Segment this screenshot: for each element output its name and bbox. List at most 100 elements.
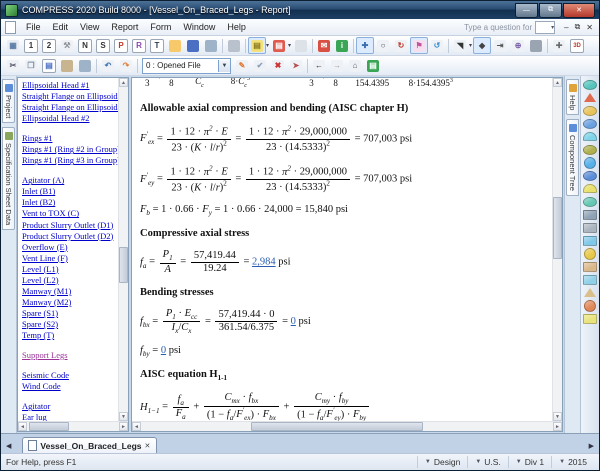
- report-scroll-down-arrow[interactable]: ▼: [553, 412, 562, 421]
- document-tab[interactable]: Vessel_On_Braced_Legs ✕: [22, 437, 158, 453]
- sidebar-link-support-legs[interactable]: Support Legs: [22, 350, 118, 361]
- sidebar-link-inlet-b1[interactable]: Inlet (B1): [22, 186, 118, 197]
- form-view-icon[interactable]: ▤: [40, 57, 58, 74]
- sidebar-link-overflow-e[interactable]: Overflow (E): [22, 242, 118, 253]
- report-vertical-scrollbar[interactable]: ▲ ▼: [552, 78, 562, 421]
- left-tab-project[interactable]: Project: [2, 79, 15, 124]
- right-tab-component-tree[interactable]: Component Tree: [566, 119, 579, 197]
- report-scroll-right-arrow[interactable]: ►: [553, 422, 562, 431]
- menu-report[interactable]: Report: [105, 21, 144, 33]
- shell-report-icon[interactable]: S: [94, 37, 112, 54]
- erase-icon[interactable]: [202, 37, 220, 54]
- sidebar-link-vent-to-tox-c[interactable]: Vent to TOX (C): [22, 208, 118, 219]
- delete-icon[interactable]: ✖: [269, 57, 287, 74]
- report-horizontal-scrollbar[interactable]: ◄ ►: [132, 421, 562, 431]
- status-mode-div-1[interactable]: ▼ Div 1: [507, 456, 551, 468]
- specification-form-icon[interactable]: ▦: [4, 37, 22, 54]
- snap-icon[interactable]: ◆: [473, 37, 492, 54]
- save-file-icon[interactable]: [184, 37, 202, 54]
- open-file-icon[interactable]: [166, 37, 184, 54]
- tab-scroll-left-arrow[interactable]: ◀: [3, 442, 14, 453]
- status-mode-design[interactable]: ▼ Design: [416, 456, 467, 468]
- sidebar-link-rings-1-ring-2-in-group[interactable]: Rings #1 (Ring #2 in Group): [22, 144, 118, 155]
- bolt-gear-icon[interactable]: [582, 247, 598, 260]
- info-icon[interactable]: i: [333, 37, 351, 54]
- sidebar-link-vent-line-f[interactable]: Vent Line (F): [22, 253, 118, 264]
- print-icon[interactable]: [225, 37, 243, 54]
- edit-icon[interactable]: ✎: [233, 57, 251, 74]
- mdi-minimize-button[interactable]: –: [561, 23, 571, 32]
- ellipsoidal-head-icon[interactable]: [582, 78, 598, 91]
- flat-head-icon[interactable]: [582, 117, 598, 130]
- pdf-export-icon-dropdown-arrow[interactable]: ▾: [288, 42, 291, 49]
- opened-file-combo-arrow[interactable]: ▼: [218, 59, 230, 72]
- sidebar-link-level-l2[interactable]: Level (L2): [22, 275, 118, 286]
- pan-icon[interactable]: ✚: [356, 37, 375, 54]
- view-3d-icon[interactable]: 3D: [568, 37, 586, 54]
- restore-button[interactable]: ⧉: [539, 2, 562, 18]
- tools-icon[interactable]: ⚒: [58, 37, 76, 54]
- report-scroll-up-arrow[interactable]: ▲: [553, 78, 562, 87]
- conical-head-icon[interactable]: [582, 91, 598, 104]
- sidebar-vertical-scrollbar[interactable]: ▲ ▼: [118, 78, 128, 421]
- sidebar-link-rings-1-ring-3-in-group[interactable]: Rings #1 (Ring #3 in Group): [22, 155, 118, 166]
- report-t-icon[interactable]: T: [148, 37, 166, 54]
- report-vscroll-thumb[interactable]: [553, 197, 562, 259]
- sidebar-hscroll-thumb[interactable]: [29, 422, 69, 431]
- accept-icon[interactable]: ✔: [251, 57, 269, 74]
- report-view-icon[interactable]: ▤: [248, 37, 266, 54]
- nozzle-report-icon[interactable]: N: [76, 37, 94, 54]
- view-mode-icon-dropdown-arrow[interactable]: ▾: [469, 42, 472, 49]
- insert-icon[interactable]: ➤: [287, 57, 305, 74]
- forward-icon[interactable]: →: [328, 57, 346, 74]
- status-mode-u-s-[interactable]: ▼ U.S.: [467, 456, 507, 468]
- sidebar-link-wind-code[interactable]: Wind Code: [22, 381, 118, 392]
- tab-close-icon[interactable]: ✕: [145, 442, 151, 450]
- left-tab-specification-sheet-data[interactable]: Specification Sheet Data: [2, 127, 15, 231]
- sidebar-link-straight-flange-on-ellipsoidal[interactable]: Straight Flange on Ellipsoidal: [22, 102, 118, 113]
- sidebar-link-ear-lug[interactable]: Ear lug: [22, 412, 118, 421]
- pressure-report-icon[interactable]: P: [112, 37, 130, 54]
- sidebar-link-inlet-b2[interactable]: Inlet (B2): [22, 197, 118, 208]
- align-icon[interactable]: ⇥: [491, 37, 509, 54]
- sidebar-link-rings-1[interactable]: Rings #1: [22, 133, 118, 144]
- sidebar-link-temp-t[interactable]: Temp (T): [22, 330, 118, 341]
- flag-icon[interactable]: ⚑: [410, 37, 429, 54]
- result-link[interactable]: 2,984: [252, 257, 276, 268]
- transition-icon[interactable]: [582, 169, 598, 182]
- orientation-icon[interactable]: ⊕: [509, 37, 527, 54]
- report-r-icon[interactable]: R: [130, 37, 148, 54]
- copy-icon[interactable]: ❐: [22, 57, 40, 74]
- sidebar-link-agitator-a[interactable]: Agitator (A): [22, 175, 118, 186]
- cylinder-icon[interactable]: [527, 37, 545, 54]
- report-view-icon-dropdown-arrow[interactable]: ▾: [266, 42, 269, 49]
- shell-ring-icon[interactable]: [582, 143, 598, 156]
- view-mode-icon[interactable]: ◥: [451, 37, 469, 54]
- sidebar-scroll-down-arrow[interactable]: ▼: [119, 412, 128, 421]
- sidebar-link-product-slurry-outlet-d2[interactable]: Product Slurry Outlet (D2): [22, 231, 118, 242]
- save-gray-icon[interactable]: [76, 57, 94, 74]
- question-combo[interactable]: ▾: [535, 20, 556, 34]
- pdf-export-icon[interactable]: ▤: [270, 37, 288, 54]
- report-hscroll-thumb[interactable]: [251, 422, 423, 431]
- report-scroll-left-arrow[interactable]: ◄: [132, 422, 141, 431]
- minimize-button[interactable]: —: [515, 2, 538, 18]
- sidebar-link-product-slurry-outlet-d1[interactable]: Product Slurry Outlet (D1): [22, 220, 118, 231]
- refresh-icon[interactable]: ↺: [428, 37, 446, 54]
- home-icon[interactable]: ⌂: [346, 57, 364, 74]
- zoom-icon[interactable]: ○: [374, 37, 392, 54]
- opened-file-combo[interactable]: 0 : Opened File ▼: [142, 57, 231, 74]
- sidebar-scroll-up-arrow[interactable]: ▲: [119, 78, 128, 87]
- back-icon[interactable]: ←: [310, 57, 328, 74]
- cut-icon[interactable]: ✂: [4, 57, 22, 74]
- menu-window[interactable]: Window: [177, 21, 221, 33]
- cylindrical-shell-icon[interactable]: [582, 156, 598, 169]
- grid-icon[interactable]: [582, 208, 598, 221]
- body-flange-icon[interactable]: [582, 221, 598, 234]
- status-mode-2015[interactable]: ▼ 2015: [551, 456, 594, 468]
- plate-icon[interactable]: [582, 273, 598, 286]
- paste-icon[interactable]: [58, 57, 76, 74]
- sidebar-link-straight-flange-on-ellipsoidal[interactable]: Straight Flange on Ellipsoidal: [22, 91, 118, 102]
- sidebar-scroll-right-arrow[interactable]: ►: [119, 422, 128, 431]
- close-button[interactable]: ✕: [563, 2, 595, 18]
